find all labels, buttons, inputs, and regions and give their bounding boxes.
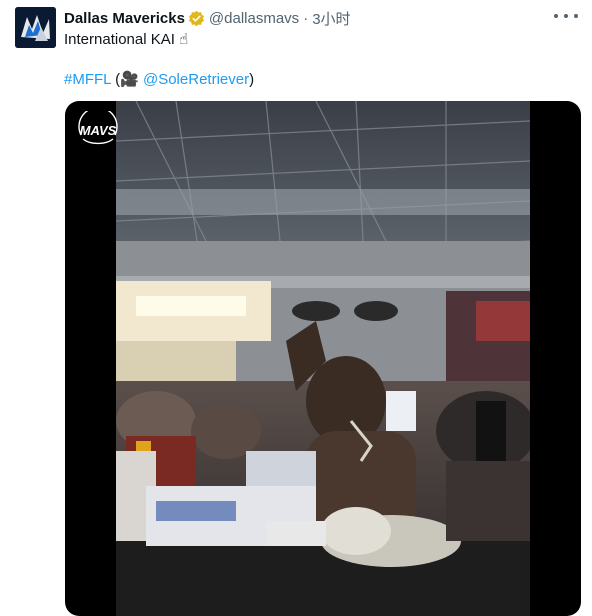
- mavs-logo-icon: MAVS: [78, 106, 118, 145]
- timestamp[interactable]: 3小时: [312, 8, 350, 29]
- more-options-icon[interactable]: [554, 6, 578, 26]
- video-still-image: [116, 101, 530, 616]
- open-paren: (: [110, 71, 121, 88]
- user-handle[interactable]: @dallasmavs: [209, 10, 299, 27]
- separator-dot: ·: [303, 9, 309, 27]
- tweet-text: International KAI ☝: [64, 31, 189, 48]
- video-player[interactable]: MAVS: [65, 101, 581, 616]
- mavericks-logo-icon: [15, 7, 56, 48]
- close-paren: ): [249, 71, 255, 88]
- camera-emoji: 🎥: [120, 71, 139, 88]
- tweet-header: Dallas Mavericks @dallasmavs · 3小时: [64, 8, 572, 28]
- hashtag-link[interactable]: #MFFL: [64, 71, 111, 88]
- video-frame[interactable]: [116, 101, 530, 616]
- avatar[interactable]: [15, 7, 56, 48]
- mavs-watermark-logo: MAVS: [73, 106, 123, 149]
- tweet-text-line2: #MFFL (🎥 @SoleRetriever): [64, 70, 254, 88]
- verified-badge-icon: [188, 10, 204, 26]
- watermark-text: MAVS: [80, 123, 117, 138]
- mention-link[interactable]: @SoleRetriever: [143, 71, 249, 88]
- display-name[interactable]: Dallas Mavericks: [64, 10, 185, 27]
- tweet: Dallas Mavericks @dallasmavs · 3小时 Inter…: [0, 0, 592, 616]
